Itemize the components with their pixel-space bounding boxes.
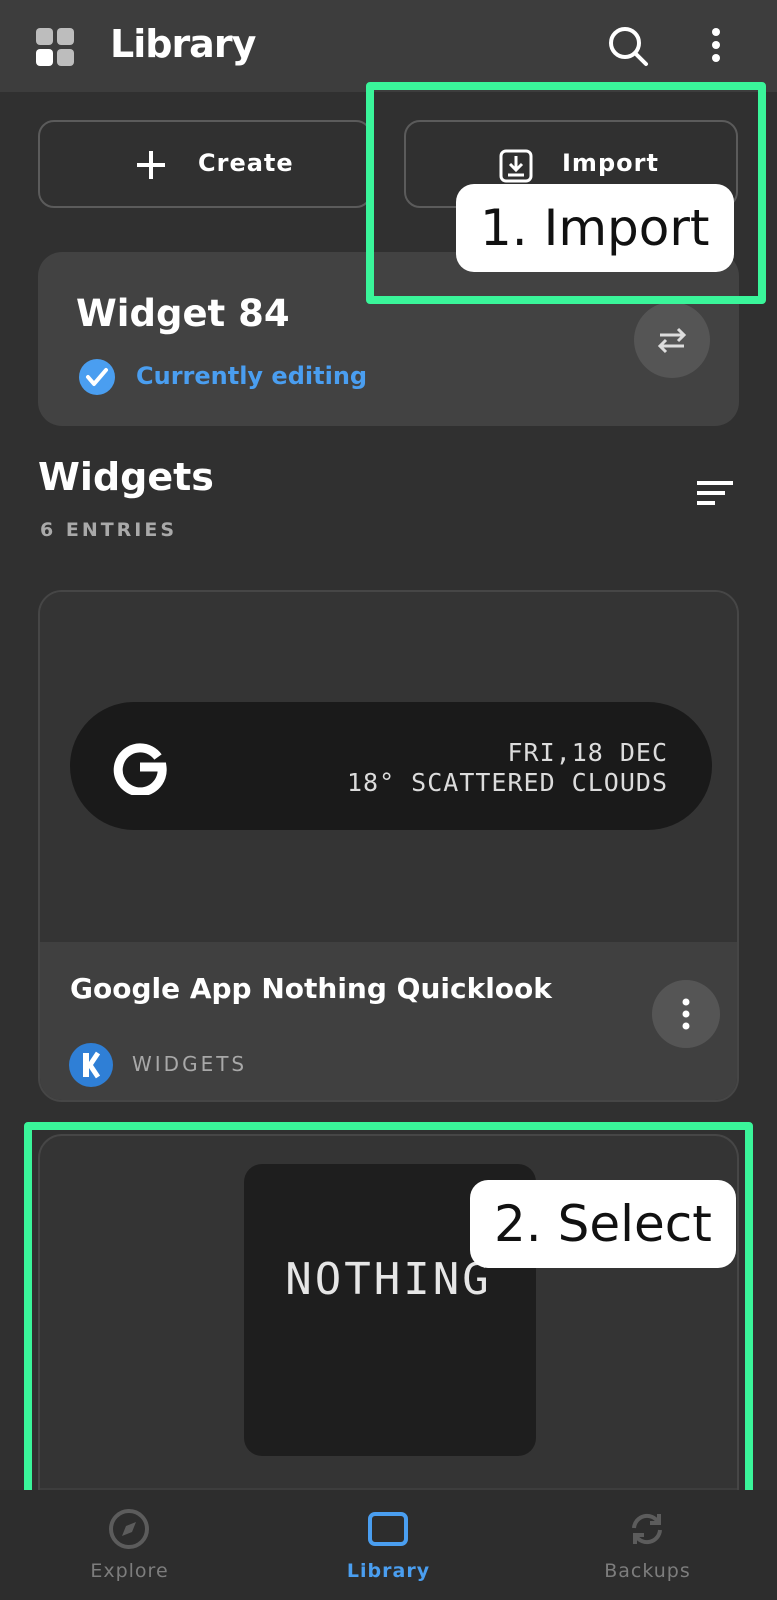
more-vert-icon [682, 998, 690, 1030]
search-icon[interactable] [606, 24, 650, 68]
widget-preview: FRI,18 DEC 18° SCATTERED CLOUDS [40, 592, 737, 942]
create-button-label: Create [198, 149, 294, 177]
check-circle-icon [79, 359, 115, 395]
nav-label-explore: Explore [90, 1560, 169, 1582]
sort-icon[interactable] [697, 480, 733, 506]
plus-icon [137, 151, 165, 179]
swap-widget-button[interactable] [634, 302, 710, 378]
top-app-bar: Library [0, 0, 777, 92]
create-button[interactable]: Create [38, 120, 372, 208]
nav-label-library: Library [346, 1560, 431, 1582]
nav-label-backups: Backups [604, 1560, 691, 1582]
google-logo-icon [113, 743, 167, 795]
widget-title: Google App Nothing Quicklook [70, 972, 552, 1005]
nav-item-library[interactable]: Library [259, 1490, 518, 1600]
page-title: Library [110, 22, 256, 66]
library-logo-icon [36, 28, 76, 68]
annotation-label-import: 1. Import [456, 184, 734, 272]
widget-preview-pill: FRI,18 DEC 18° SCATTERED CLOUDS [70, 702, 712, 830]
editing-status: Currently editing [136, 362, 368, 390]
preview-date-text: FRI,18 DEC [507, 738, 668, 767]
compass-icon [109, 1509, 149, 1549]
nav-item-backups[interactable]: Backups [518, 1490, 777, 1600]
widget-card[interactable]: FRI,18 DEC 18° SCATTERED CLOUDS Google A… [38, 590, 739, 1102]
bottom-navigation: Explore Library Backups [0, 1490, 777, 1600]
sync-icon [632, 1513, 662, 1545]
kwgt-logo-icon [69, 1043, 113, 1087]
annotation-label-select: 2. Select [470, 1180, 736, 1268]
more-vert-icon[interactable] [694, 24, 738, 68]
library-icon [368, 1512, 408, 1546]
preview-weather-text: 18° SCATTERED CLOUDS [346, 768, 668, 797]
swap-icon [657, 327, 687, 354]
section-count: 6 ENTRIES [40, 519, 178, 541]
nav-item-explore[interactable]: Explore [0, 1490, 259, 1600]
section-title: Widgets [38, 455, 214, 499]
widget-info: Google App Nothing Quicklook WIDGETS [40, 942, 737, 1100]
widget-more-button[interactable] [652, 980, 720, 1048]
widget-category: WIDGETS [132, 1052, 248, 1076]
current-widget-name: Widget 84 [76, 292, 290, 335]
